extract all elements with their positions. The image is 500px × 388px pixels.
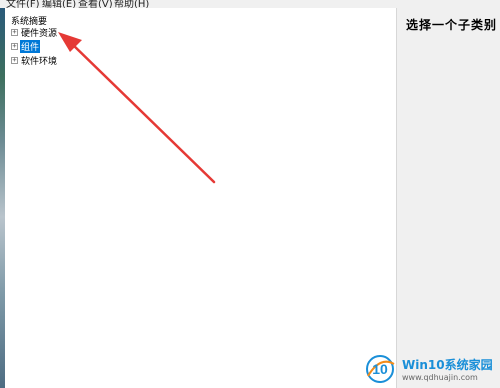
- logo-text: 10: [372, 361, 388, 377]
- watermark-text: Win10系统家园 www.qdhuajin.com: [402, 356, 493, 382]
- win10-logo-icon: 10: [366, 355, 395, 383]
- detail-pane: 选择一个子类别: [397, 8, 500, 388]
- menu-help[interactable]: 帮助(H): [114, 0, 149, 8]
- watermark-url: www.qdhuajin.com: [402, 373, 478, 382]
- menu-file[interactable]: 文件(F): [6, 0, 40, 8]
- tree-item-label[interactable]: 组件: [20, 39, 41, 53]
- watermark-title: Win10系统家园: [402, 358, 493, 372]
- tree-item-software-environment[interactable]: + 软件环境: [11, 54, 58, 67]
- menu-bar: 文件(F) 编辑(E) 查看(V) 帮助(H): [0, 0, 500, 8]
- menu-edit[interactable]: 编辑(E): [42, 0, 76, 8]
- category-tree-pane[interactable]: 系统摘要 + 硬件资源 + 组件 + 软件环境: [5, 8, 397, 388]
- expand-icon[interactable]: +: [11, 42, 18, 50]
- detail-placeholder-text: 选择一个子类别: [406, 18, 498, 32]
- tree-item-label[interactable]: 硬件资源: [20, 26, 58, 39]
- watermark: 10 Win10系统家园 www.qdhuajin.com: [360, 350, 500, 388]
- tree-item-hardware-resources[interactable]: + 硬件资源: [11, 26, 58, 39]
- tree-item-components[interactable]: + 组件: [11, 39, 41, 53]
- expand-icon[interactable]: +: [11, 56, 18, 64]
- menu-view[interactable]: 查看(V): [78, 0, 113, 8]
- tree-item-label[interactable]: 软件环境: [20, 54, 58, 67]
- expand-icon[interactable]: +: [11, 28, 18, 36]
